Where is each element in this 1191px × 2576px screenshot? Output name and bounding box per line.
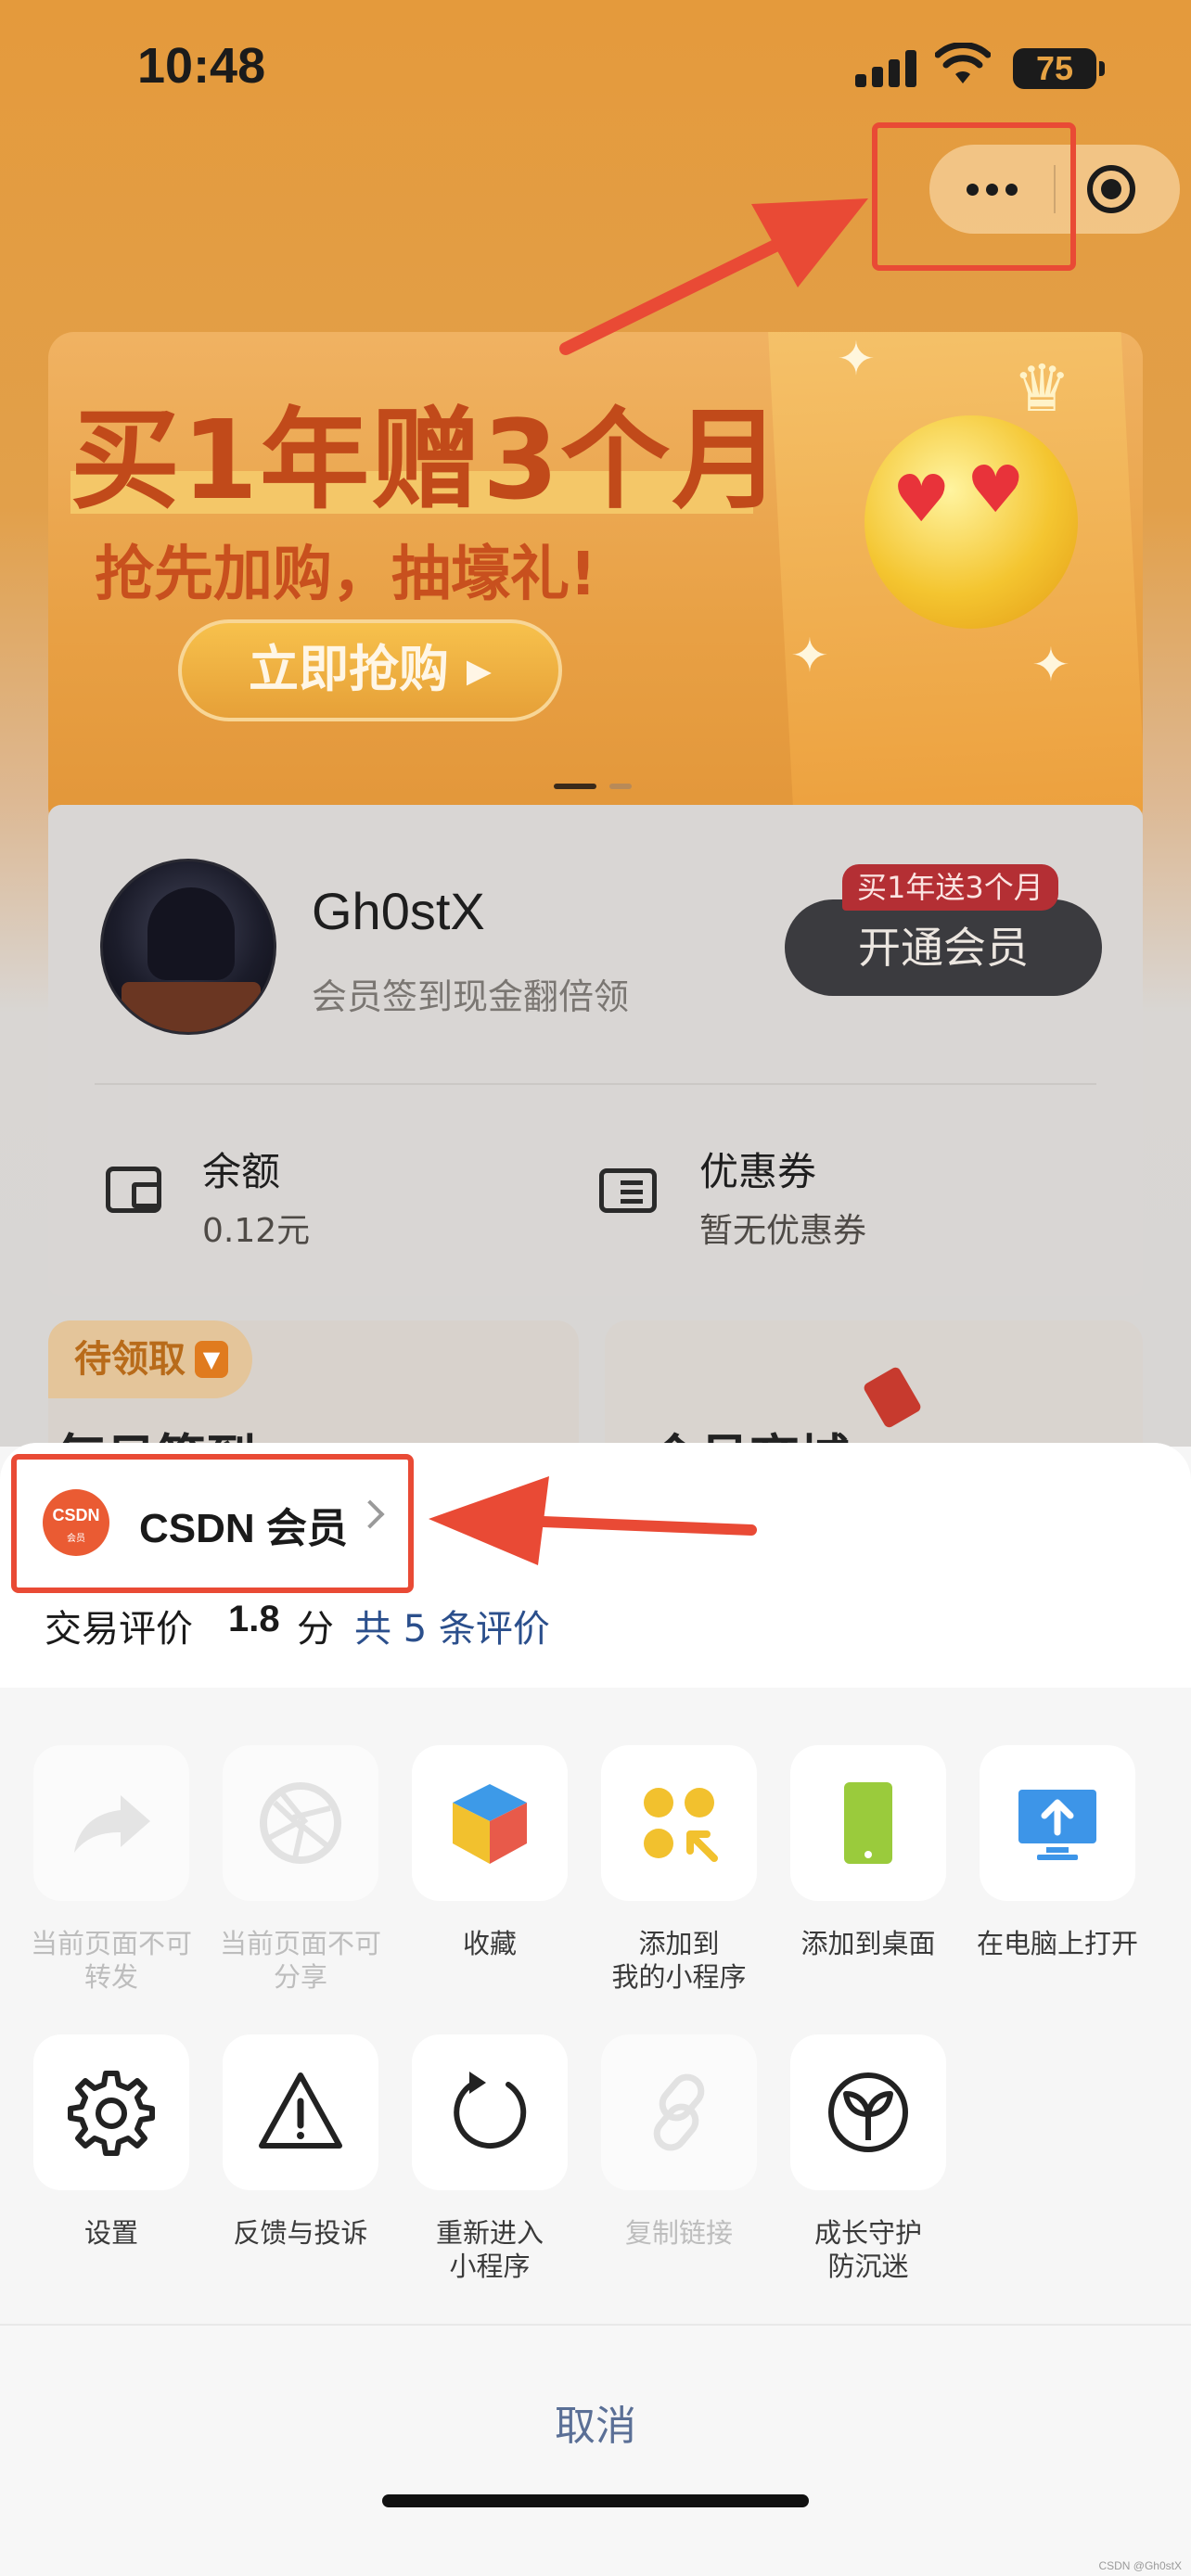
gear-icon <box>68 2071 155 2156</box>
status-bar: 10:48 75 <box>0 0 1191 139</box>
coupon-value: 暂无优惠券 <box>699 1212 867 1250</box>
card-divider <box>95 1083 1096 1085</box>
username: Gh0stX <box>312 882 485 940</box>
home-indicator <box>382 2494 809 2507</box>
open-pc-label: 在电脑上打开 <box>976 1928 1138 1959</box>
feedback-label: 反馈与投诉 <box>233 2217 368 2249</box>
pending-tag: 待领取 ▼ <box>48 1320 252 1398</box>
cube-icon <box>453 1784 527 1864</box>
copy-link-tile[interactable] <box>601 2034 757 2190</box>
copy-link-label: 复制链接 <box>624 2217 733 2249</box>
annotation-arrow-icon <box>559 198 868 355</box>
action-copy-link[interactable]: 复制链接 <box>601 2034 790 2350</box>
share-label: 当前页面不可 分享 <box>219 1928 381 1993</box>
action-growth-guard[interactable]: 成长守护 防沉迷 <box>790 2034 980 2350</box>
warning-icon <box>259 2072 342 2149</box>
add-miniprogram-label: 添加到 我的小程序 <box>611 1928 747 1993</box>
sheet-header: CSDN 会员 CSDN 会员 交易评价 1.8 分 共 5 条评价 <box>0 1443 1191 1688</box>
rating-unit: 分 <box>297 1608 334 1651</box>
pending-tag-label: 待领取 <box>74 1338 186 1381</box>
promo-badge: 买1年送3个月 <box>842 864 1058 911</box>
background-page: 10:48 75 买1年赠3个月 抢先加购，抽壕礼! 立即抢购 ▸ ♥ ♥ ♛ … <box>0 0 1191 1447</box>
action-feedback[interactable]: 反馈与投诉 <box>223 2034 412 2350</box>
member-card: Gh0stX 会员签到现金翻倍领 开通会员 买1年送3个月 余额 0.12元 优… <box>48 805 1143 1296</box>
buy-now-button[interactable]: 立即抢购 ▸ <box>178 619 562 721</box>
carousel-indicator <box>554 775 645 793</box>
coupon-icon <box>599 1168 657 1213</box>
sparkle-icon: ✦ <box>1031 638 1070 692</box>
wifi-icon <box>935 43 991 83</box>
lower-cards: 待领取 ▼ 每日签到 会员商城 <box>48 1320 1143 1447</box>
add-miniprogram-tile[interactable] <box>601 1745 757 1901</box>
balance-value: 0.12元 <box>202 1212 311 1250</box>
action-forward[interactable]: 当前页面不可 转发 <box>31 1745 223 2060</box>
add-miniprogram-icon <box>644 1788 718 1862</box>
reload-icon <box>454 2072 527 2149</box>
crown-icon: ♛ <box>1013 351 1071 427</box>
cancel-label: 取消 <box>555 2403 636 2450</box>
collect-tile[interactable] <box>412 1745 568 1901</box>
reviews-link[interactable]: 共 5 条评价 <box>354 1599 550 1652</box>
banner-subtitle: 抢先加购，抽壕礼! <box>95 541 597 609</box>
heart-icon: ♥ <box>892 461 951 537</box>
app-name-highlight <box>11 1454 414 1593</box>
promo-banner[interactable]: 买1年赠3个月 抢先加购，抽壕礼! 立即抢购 ▸ ♥ ♥ ♛ ✦ ✦ ✦ <box>48 332 1143 833</box>
action-share[interactable]: 当前页面不可 分享 <box>220 1745 412 2060</box>
wallet-icon <box>106 1167 161 1213</box>
more-button-highlight <box>872 122 1076 271</box>
settings-label: 设置 <box>83 2217 138 2249</box>
action-sheet: CSDN 会员 CSDN 会员 交易评价 1.8 分 共 5 条评价 当前页面不… <box>0 1443 1191 2576</box>
shutter-icon <box>260 1782 341 1864</box>
forward-tile[interactable] <box>33 1745 189 1901</box>
settings-tile[interactable] <box>33 2034 189 2190</box>
sprout-icon <box>828 2072 908 2152</box>
close-miniprogram-button[interactable] <box>1087 165 1135 213</box>
forward-label: 当前页面不可 转发 <box>30 1928 192 1993</box>
heart-icon: ♥ <box>967 452 1025 528</box>
action-reenter[interactable]: 重新进入 小程序 <box>412 2034 601 2350</box>
action-add-miniprogram[interactable]: 添加到 我的小程序 <box>601 1745 790 2060</box>
link-icon <box>653 2073 705 2151</box>
rating-score: 1.8 <box>228 1599 280 1639</box>
action-settings[interactable]: 设置 <box>33 2034 223 2350</box>
battery-indicator: 75 <box>1013 48 1105 89</box>
action-add-desktop[interactable]: 添加到桌面 <box>790 1745 980 2060</box>
add-desktop-label: 添加到桌面 <box>800 1928 936 1959</box>
growth-guard-label: 成长守护 防沉迷 <box>813 2217 922 2282</box>
banner-title: 买1年赠3个月 <box>70 396 784 524</box>
sparkle-icon: ✦ <box>790 629 829 682</box>
coupon-title[interactable]: 优惠券 <box>699 1141 816 1197</box>
phone-icon <box>844 1782 892 1864</box>
open-pc-tile[interactable] <box>980 1745 1135 1901</box>
status-time: 10:48 <box>137 38 266 94</box>
reenter-tile[interactable] <box>412 2034 568 2190</box>
action-open-pc[interactable]: 在电脑上打开 <box>977 1745 1169 2060</box>
balance-title[interactable]: 余额 <box>202 1141 280 1197</box>
watermark: CSDN @Gh0stX <box>1098 2559 1182 2572</box>
reenter-label: 重新进入 小程序 <box>435 2217 544 2282</box>
monitor-icon <box>1018 1790 1096 1860</box>
cancel-button[interactable]: 取消 <box>0 2326 1191 2576</box>
feedback-tile[interactable] <box>223 2034 378 2190</box>
action-collect[interactable]: 收藏 <box>412 1745 601 2060</box>
avatar[interactable] <box>100 859 276 1035</box>
cellular-signal-icon <box>855 48 916 87</box>
checkin-card[interactable]: 待领取 ▼ 每日签到 <box>48 1320 579 1447</box>
annotation-arrow-icon <box>429 1476 757 1565</box>
gift-icon: ▼ <box>195 1341 228 1378</box>
member-slogan: 会员签到现金翻倍领 <box>312 976 630 1017</box>
share-tile[interactable] <box>223 1745 378 1901</box>
open-membership-button[interactable]: 开通会员 <box>785 899 1102 996</box>
growth-guard-tile[interactable] <box>790 2034 946 2190</box>
add-desktop-tile[interactable] <box>790 1745 946 1901</box>
collect-label: 收藏 <box>462 1928 517 1959</box>
rating-label: 交易评价 <box>45 1608 193 1651</box>
forward-icon <box>74 1795 150 1853</box>
